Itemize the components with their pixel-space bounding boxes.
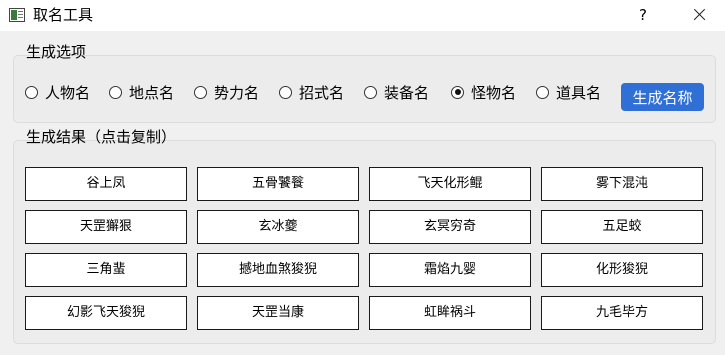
radio-label: 势力名 [214,83,260,102]
radio-label: 怪物名 [471,83,517,102]
radio-place[interactable]: 地点名 [109,82,174,102]
result-button[interactable]: 雾下混沌 [541,167,703,201]
radio-label: 人物名 [45,83,91,102]
options-group: 生成选项 人物名 地点名 势力名 招式名 装备名 怪物名 道具名 生成名称 [13,43,716,123]
radio-circle[interactable] [25,85,38,99]
radio-label: 道具名 [556,83,602,102]
radio-item[interactable]: 道具名 [536,82,601,102]
radio-circle[interactable] [536,85,549,99]
radio-equipment[interactable]: 装备名 [364,82,429,102]
result-button[interactable]: 幻影飞天狻猊 [25,296,187,330]
radio-circle[interactable] [279,85,292,99]
radio-monster[interactable]: 怪物名 [451,82,516,102]
radio-label: 地点名 [129,83,175,102]
result-button[interactable]: 撼地血煞狻猊 [197,253,359,287]
radio-character[interactable]: 人物名 [25,82,90,102]
result-button[interactable]: 化形狻猊 [541,253,703,287]
results-group-title: 生成结果（点击复制） [26,128,177,146]
radio-label: 装备名 [384,83,430,102]
options-group-title: 生成选项 [26,43,87,61]
result-button[interactable]: 飞天化形鲲 [369,167,531,201]
radio-faction[interactable]: 势力名 [194,82,259,102]
result-button[interactable]: 三角蜚 [25,253,187,287]
result-button[interactable]: 天罡獬狠 [25,210,187,244]
result-button[interactable]: 虹眸祸斗 [369,296,531,330]
window-title: 取名工具 [33,6,94,24]
result-button[interactable]: 五足蛟 [541,210,703,244]
result-button[interactable]: 五骨饕餮 [197,167,359,201]
title-bar: 取名工具 ? [0,0,725,31]
result-button[interactable]: 天罡当康 [197,296,359,330]
results-group: 生成结果（点击复制） 谷上凤 五骨饕餮 飞天化形鲲 雾下混沌 天罡獬狠 玄冰夔 … [13,128,716,344]
result-button[interactable]: 谷上凤 [25,167,187,201]
radio-label: 招式名 [299,83,345,102]
result-button[interactable]: 玄冥穷奇 [369,210,531,244]
radio-circle-checked[interactable] [451,85,464,99]
generate-button[interactable]: 生成名称 [621,83,704,111]
radio-circle[interactable] [194,85,207,99]
result-button[interactable]: 玄冰夔 [197,210,359,244]
result-button[interactable]: 霜焰九婴 [369,253,531,287]
help-button[interactable]: ? [620,0,666,31]
radio-circle[interactable] [364,85,377,99]
radio-skill[interactable]: 招式名 [279,82,344,102]
result-button[interactable]: 九毛毕方 [541,296,703,330]
radio-circle[interactable] [109,85,122,99]
close-icon[interactable] [676,0,722,31]
app-icon [9,8,25,22]
